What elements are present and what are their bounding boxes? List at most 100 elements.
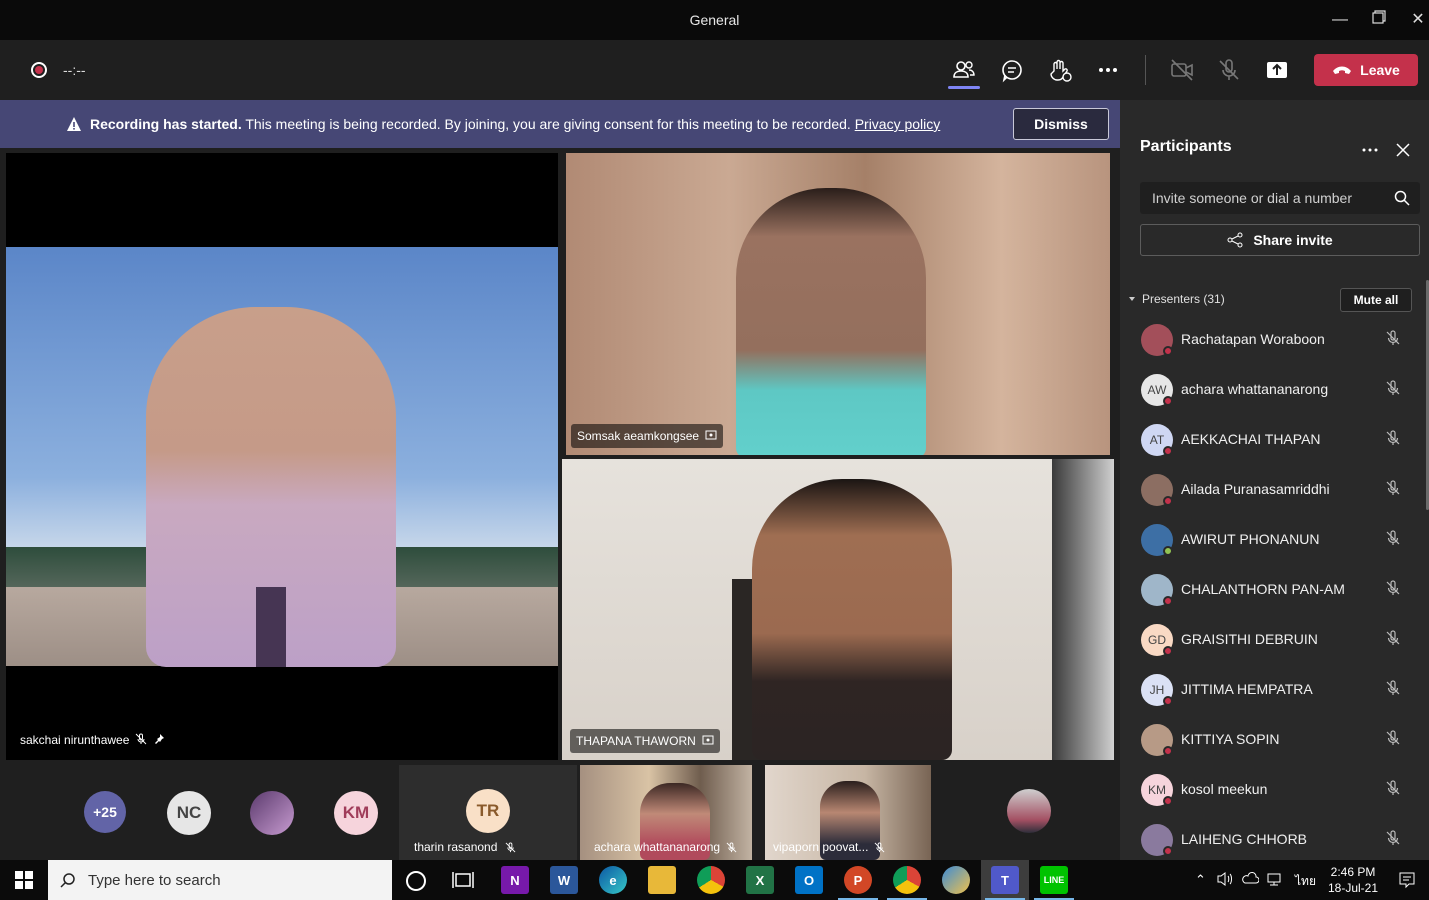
taskbar-search-input[interactable]: Type here to search (48, 860, 392, 900)
more-options-icon[interactable] (1094, 56, 1122, 84)
muted-mic-icon[interactable] (1384, 679, 1402, 702)
meeting-toolbar: --:-- (0, 40, 1429, 100)
search-placeholder: Invite someone or dial a number (1152, 190, 1352, 206)
participants-panel: Participants Invite someone or dial a nu… (1120, 100, 1429, 860)
muted-mic-icon[interactable] (1384, 479, 1402, 502)
participant-row[interactable]: KM kosol meekun (1120, 765, 1420, 815)
task-view-icon[interactable] (452, 870, 474, 895)
participant-row[interactable]: AWIRUT PHONANUN (1120, 515, 1420, 565)
share-invite-label: Share invite (1253, 232, 1333, 248)
video-tile-main[interactable]: sakchai nirunthawee (6, 153, 558, 760)
participant-name: Ailada Puranasamriddhi (1181, 481, 1330, 497)
video-tile-bottom-right[interactable]: THAPANA THAWORN (562, 459, 1114, 760)
muted-mic-icon[interactable] (1384, 729, 1402, 752)
recording-icon (31, 62, 47, 78)
muted-mic-icon[interactable] (1384, 829, 1402, 852)
chrome-icon[interactable] (893, 866, 921, 894)
phone-hangup-icon (1333, 66, 1352, 74)
participant-row[interactable]: AW achara whattananarong (1120, 365, 1420, 415)
participants-icon[interactable] (950, 56, 978, 84)
restore-icon[interactable] (1367, 8, 1391, 32)
participant-row[interactable]: Rachatapan Woraboon (1120, 315, 1420, 365)
share-screen-icon[interactable] (1263, 56, 1291, 84)
outlook-icon[interactable]: O (795, 866, 823, 894)
mic-off-icon[interactable] (1215, 56, 1243, 84)
avatar[interactable]: NC (167, 791, 211, 835)
presence-status-icon (1163, 496, 1173, 506)
file-explorer-icon[interactable] (648, 866, 676, 894)
participant-name: Rachatapan Woraboon (1181, 331, 1325, 347)
share-invite-button[interactable]: Share invite (1140, 224, 1420, 256)
muted-mic-icon[interactable] (1384, 429, 1402, 452)
raise-hand-icon[interactable] (1046, 56, 1074, 84)
participant-row[interactable]: AT AEKKACHAI THAPAN (1120, 415, 1420, 465)
cortana-icon[interactable] (406, 871, 426, 891)
muted-mic-icon[interactable] (1384, 629, 1402, 652)
chrome-icon[interactable] (697, 866, 725, 894)
participant-name-tag: Somsak aeamkongsee (571, 424, 724, 448)
chat-icon[interactable] (998, 56, 1026, 84)
word-icon[interactable]: W (550, 866, 578, 894)
dismiss-button[interactable]: Dismiss (1013, 108, 1109, 140)
minimize-icon[interactable]: — (1328, 8, 1352, 32)
excel-icon[interactable]: X (746, 866, 774, 894)
video-tile-top-right[interactable]: Somsak aeamkongsee (566, 153, 1110, 455)
edge-icon[interactable]: e (599, 866, 627, 894)
close-window-icon[interactable]: ✕ (1406, 8, 1429, 32)
participant-name: achara whattananarong (594, 840, 721, 854)
video-tile-small[interactable]: TR tharin rasanond (399, 765, 577, 860)
participant-name: sakchai nirunthawee (20, 733, 130, 747)
clock[interactable]: 2:46 PM 18-Jul-21 (1328, 864, 1378, 896)
powerpoint-icon[interactable]: P (844, 866, 872, 894)
participant-row[interactable]: CHALANTHORN PAN-AM (1120, 565, 1420, 615)
pin-icon (153, 733, 165, 748)
network-icon[interactable] (1266, 871, 1284, 892)
teams-icon[interactable]: T (991, 866, 1019, 894)
more-participants-badge[interactable]: +25 (84, 791, 126, 833)
language-indicator[interactable]: ไทย (1295, 872, 1316, 891)
chevron-up-icon[interactable]: ⌃ (1195, 872, 1206, 888)
participant-row[interactable]: KITTIYA SOPIN (1120, 715, 1420, 765)
mute-all-button[interactable]: Mute all (1340, 288, 1412, 312)
camera-off-icon[interactable] (1168, 56, 1196, 84)
screen-share-icon (705, 429, 717, 444)
muted-mic-icon[interactable] (1384, 379, 1402, 402)
video-tile-small[interactable]: achara whattananarong (580, 765, 752, 860)
presence-status-icon (1163, 846, 1173, 856)
active-tab-indicator (948, 86, 980, 89)
participant-row[interactable]: JH JITTIMA HEMPATRA (1120, 665, 1420, 715)
muted-mic-icon[interactable] (1384, 779, 1402, 802)
avatar-photo[interactable] (250, 791, 294, 835)
video-tile-small[interactable]: vipaporn poovat... (765, 765, 931, 860)
search-icon (1394, 190, 1410, 206)
avatar[interactable]: KM (334, 791, 378, 835)
muted-mic-icon[interactable] (1384, 579, 1402, 602)
participant-row[interactable]: LAIHENG CHHORB (1120, 815, 1420, 865)
avatar-photo[interactable] (1007, 789, 1051, 833)
participant-name: Somsak aeamkongsee (577, 429, 700, 443)
windows-start-icon[interactable] (15, 871, 33, 894)
privacy-policy-link[interactable]: Privacy policy (855, 116, 941, 132)
onenote-icon[interactable]: N (501, 866, 529, 894)
presence-status-icon (1163, 396, 1173, 406)
presence-status-icon (1163, 546, 1173, 556)
participant-row[interactable]: Ailada Puranasamriddhi (1120, 465, 1420, 515)
close-icon[interactable] (1395, 142, 1411, 163)
app-icon[interactable] (942, 866, 970, 894)
screen-share-icon (702, 734, 714, 749)
taskbar: Type here to search N W e X O P T LINE ⌃… (0, 860, 1429, 900)
participant-row[interactable]: GD GRAISITHI DEBRUIN (1120, 615, 1420, 665)
presence-status-icon (1163, 596, 1173, 606)
line-icon[interactable]: LINE (1040, 866, 1068, 894)
muted-mic-icon[interactable] (1384, 529, 1402, 552)
presenters-section-header[interactable]: Presenters (31) (1128, 292, 1225, 306)
more-options-icon[interactable] (1360, 140, 1380, 161)
muted-mic-icon (505, 841, 516, 852)
notifications-icon[interactable] (1398, 871, 1416, 894)
volume-icon[interactable] (1216, 871, 1234, 892)
muted-mic-icon (726, 841, 737, 852)
leave-button[interactable]: Leave (1314, 54, 1418, 86)
invite-search-input[interactable]: Invite someone or dial a number (1140, 182, 1420, 214)
muted-mic-icon[interactable] (1384, 329, 1402, 352)
onedrive-icon[interactable] (1241, 871, 1260, 892)
